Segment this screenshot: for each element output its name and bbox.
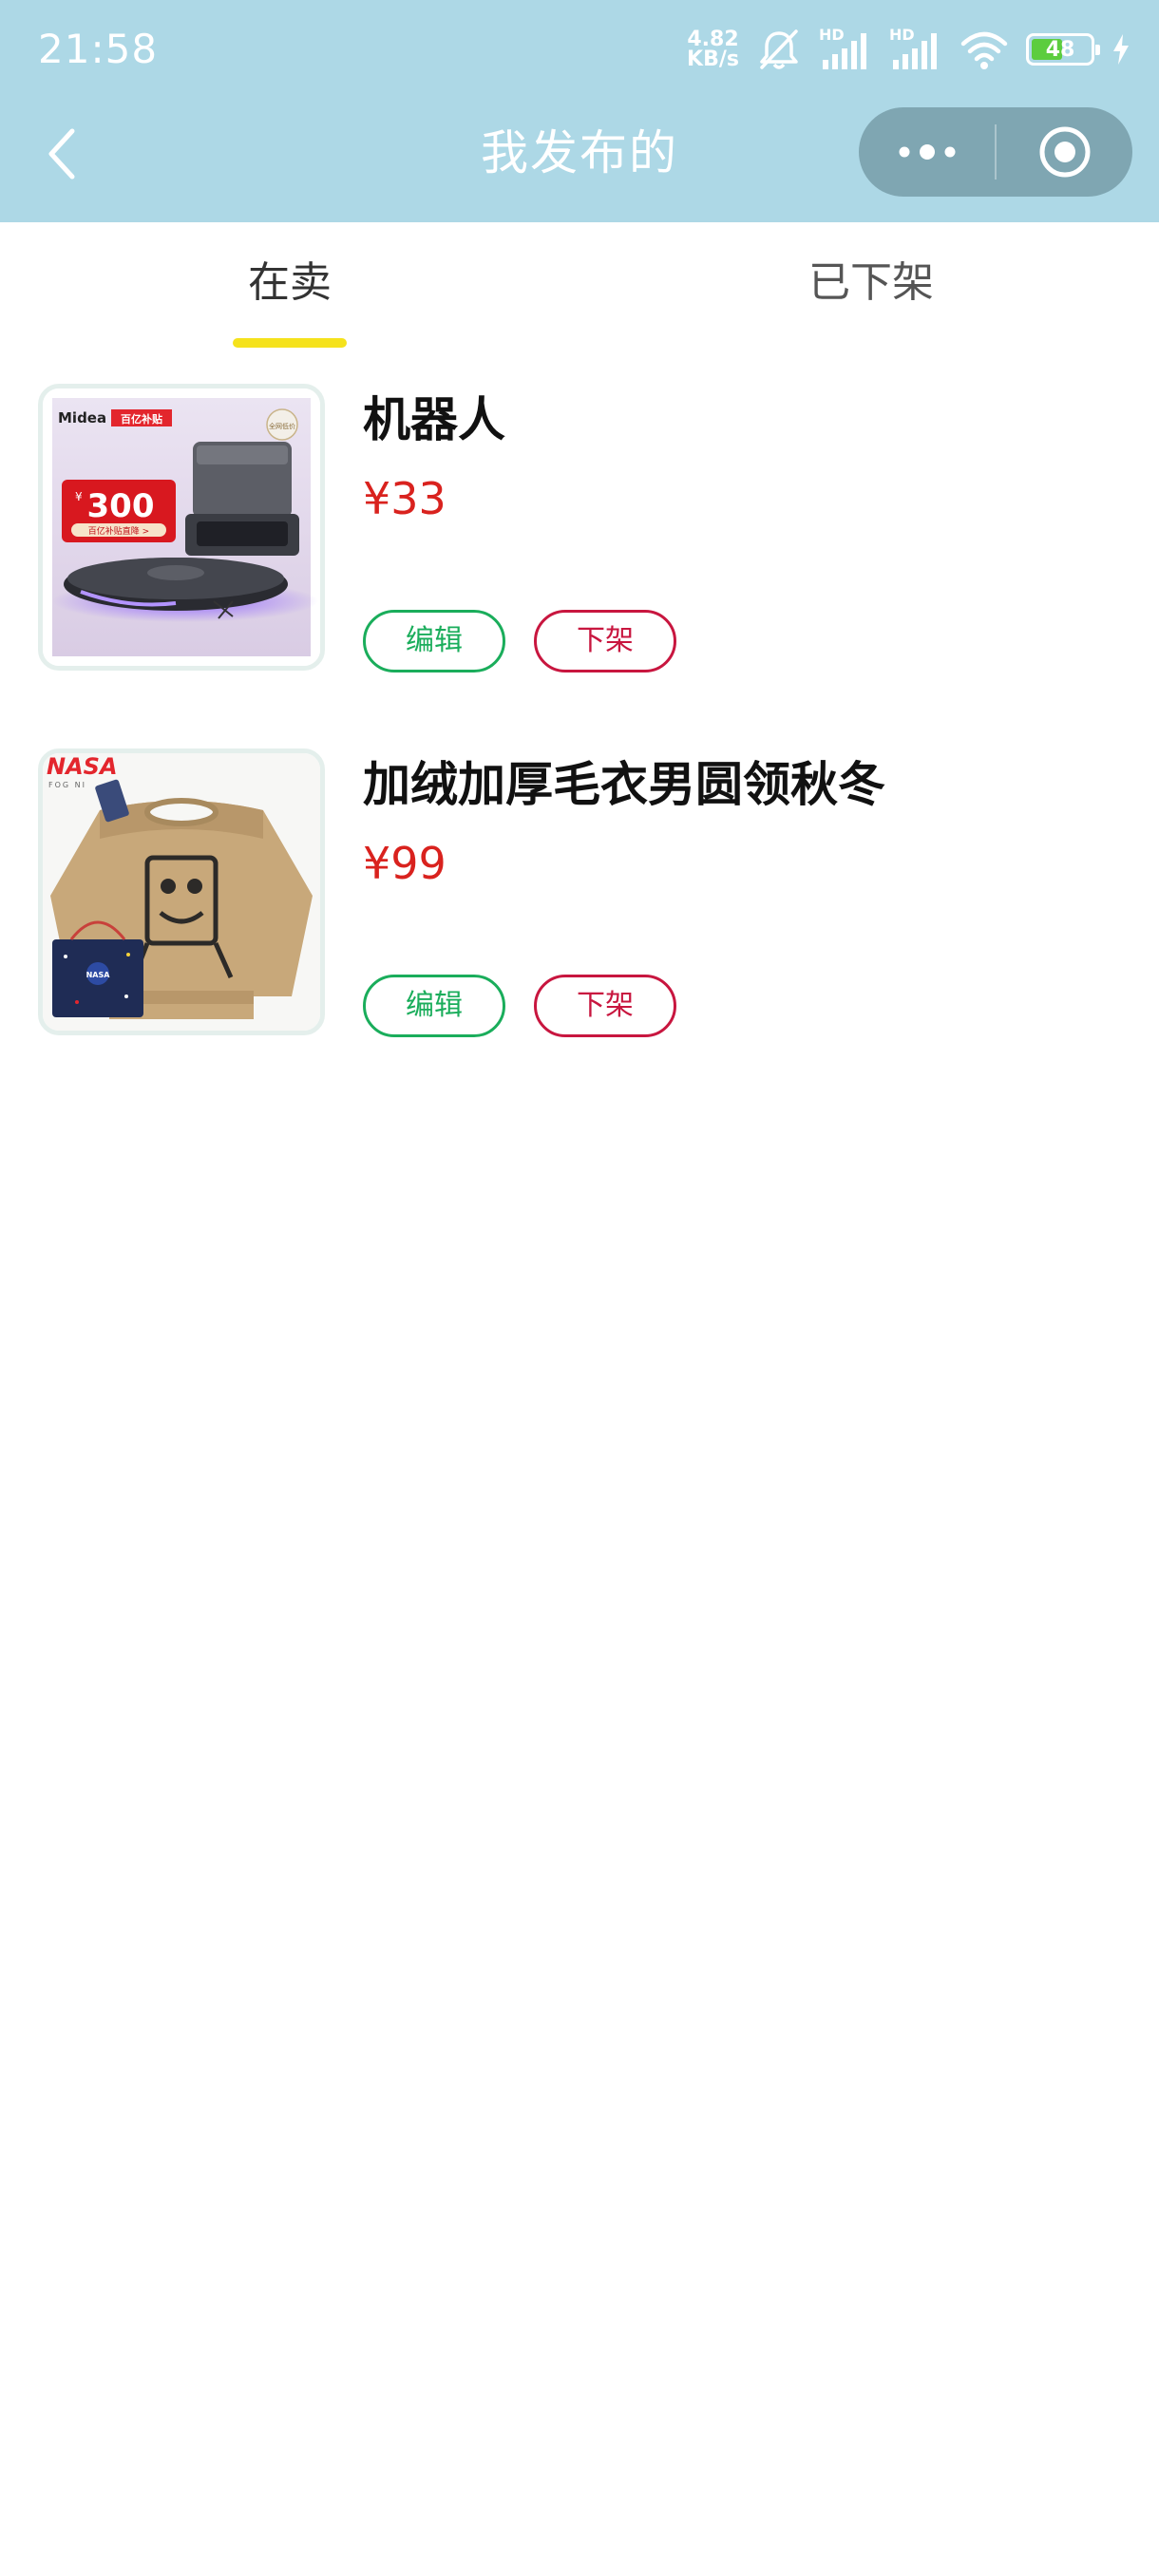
signal-bars-icon bbox=[893, 33, 937, 69]
image-currency-text: ¥ bbox=[75, 490, 83, 503]
more-dots-icon bbox=[899, 144, 955, 160]
more-button[interactable] bbox=[859, 107, 995, 197]
image-sub-text: FOG NI bbox=[48, 781, 86, 789]
delist-button[interactable]: 下架 bbox=[534, 610, 676, 672]
edit-button[interactable]: 编辑 bbox=[363, 975, 505, 1037]
product-image-robot[interactable]: Midea 百亿补贴 ¥ 300 百亿补贴直降 > 全网低价 bbox=[38, 384, 325, 671]
status-bar: 21:58 4.82 KB/s HD HD 48 bbox=[0, 0, 1159, 95]
mini-program-capsule bbox=[859, 107, 1132, 197]
tab-on-sale[interactable]: 在卖 bbox=[147, 256, 432, 310]
image-amount-text: 300 bbox=[87, 487, 155, 525]
image-bag-text: NASA bbox=[86, 971, 111, 979]
mute-bell-icon bbox=[760, 29, 798, 69]
charging-bolt-icon bbox=[1113, 34, 1129, 65]
close-mini-program-button[interactable] bbox=[997, 107, 1132, 197]
network-speed: 4.82 KB/s bbox=[687, 28, 739, 71]
nav-bar: 我发布的 bbox=[0, 95, 1159, 222]
cell-signal-1: HD bbox=[819, 26, 872, 71]
image-brand-text: NASA bbox=[47, 753, 118, 780]
product-title[interactable]: 机器人 bbox=[363, 389, 505, 450]
product-title[interactable]: 加绒加厚毛衣男圆领秋冬 bbox=[363, 754, 885, 815]
edit-button[interactable]: 编辑 bbox=[363, 610, 505, 672]
image-brand-text: Midea bbox=[58, 409, 106, 426]
signal-bars-icon bbox=[823, 33, 866, 69]
cell-signal-2: HD bbox=[889, 26, 942, 71]
battery-icon: 48 bbox=[1026, 33, 1100, 66]
product-price: ¥33 bbox=[363, 473, 446, 524]
target-close-icon bbox=[1039, 126, 1090, 178]
wifi-icon bbox=[960, 31, 1008, 69]
image-sub-text: 百亿补贴直降 > bbox=[88, 525, 149, 537]
sweater-image: NASA FOG NI NASA bbox=[43, 753, 320, 1031]
status-time: 21:58 bbox=[38, 26, 159, 72]
tab-delisted[interactable]: 已下架 bbox=[729, 256, 1014, 310]
product-list: Midea 百亿补贴 ¥ 300 百亿补贴直降 > 全网低价 机器人 ¥33 编… bbox=[0, 380, 1159, 1109]
robot-vacuum-image: Midea 百亿补贴 ¥ 300 百亿补贴直降 > 全网低价 bbox=[43, 388, 320, 666]
network-speed-unit: KB/s bbox=[687, 47, 739, 71]
image-badge-text: 全网低价 bbox=[269, 422, 295, 430]
status-icons: 4.82 KB/s HD HD 48 bbox=[687, 25, 1130, 74]
product-image-sweater[interactable]: NASA FOG NI NASA bbox=[38, 748, 325, 1035]
product-price: ¥99 bbox=[363, 838, 446, 889]
network-speed-value: 4.82 bbox=[687, 28, 739, 51]
active-tab-indicator bbox=[233, 338, 347, 348]
header: 21:58 4.82 KB/s HD HD 48 我发布的 bbox=[0, 0, 1159, 222]
image-promo-text: 百亿补贴 bbox=[121, 412, 162, 426]
tab-bar: 在卖 已下架 bbox=[0, 222, 1159, 355]
delist-button[interactable]: 下架 bbox=[534, 975, 676, 1037]
product-item-robot[interactable]: Midea 百亿补贴 ¥ 300 百亿补贴直降 > 全网低价 机器人 ¥33 编… bbox=[0, 380, 1159, 745]
product-item-sweater[interactable]: NASA FOG NI NASA 加绒加厚毛衣男圆领秋冬 ¥99 编辑 下架 bbox=[0, 745, 1159, 1109]
battery-level: 48 bbox=[1045, 37, 1075, 62]
